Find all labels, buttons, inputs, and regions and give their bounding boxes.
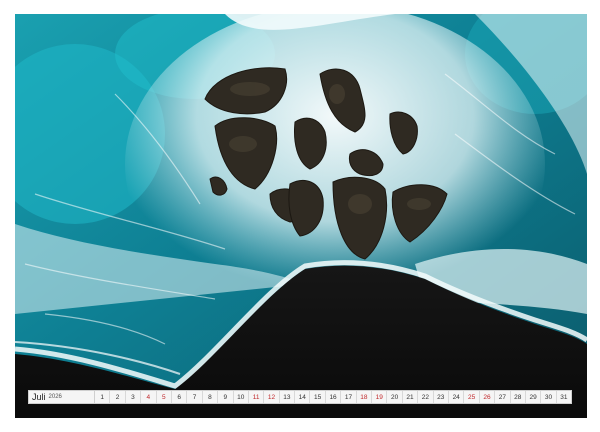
day-cell: 31 [560,393,568,401]
day-cell: 23 [434,391,449,403]
day-cell: 6 [172,391,188,403]
day-cell: 11 [249,391,265,403]
day-cell: 27 [495,391,511,403]
ocean-rocks-photo [15,14,587,418]
day-list: 1 2 3 4 5 6 7 8 9 10 11 12 13 14 15 16 17 18 19 20 21 22 23 24 2… [95,391,571,403]
day-cell: 28 [511,391,526,403]
month-year: 2026 [48,394,62,400]
day-cell: 12 [264,391,280,403]
day-cell: 18 [357,391,373,403]
day-cell: 9 [218,391,234,403]
day-cell: 26 [480,391,496,403]
day-cell: 22 [418,391,434,403]
calendar-page: Juli 2026 1 2 3 4 5 6 7 8 9 10 11 12 13 14 15 16 17 18 19 2… [0,0,600,432]
day-cell: 2 [110,391,126,403]
day-cell: 30 [541,391,557,403]
day-cell: 1 [95,391,111,403]
month-label: Juli 2026 [29,391,95,403]
day-cell: 14 [295,391,311,403]
day-cell: 10 [234,391,249,403]
day-cell: 25 [464,391,480,403]
day-cell: 4 [141,391,157,403]
day-cell: 13 [280,391,296,403]
calendar-strip: Juli 2026 1 2 3 4 5 6 7 8 9 10 11 12 13 14 15 16 17 18 19 2… [28,390,572,404]
day-cell: 5 [157,391,172,403]
day-cell: 21 [403,391,419,403]
month-name: Juli [32,392,46,402]
day-cell: 17 [341,391,357,403]
day-cell: 20 [387,391,403,403]
day-cell: 15 [310,391,326,403]
day-cell: 19 [372,391,388,403]
day-cell: 24 [449,391,465,403]
day-cell: 3 [126,391,142,403]
day-cell: 7 [187,391,203,403]
day-cell: 16 [326,391,342,403]
day-cell: 29 [526,391,542,403]
day-cell: 8 [203,391,219,403]
